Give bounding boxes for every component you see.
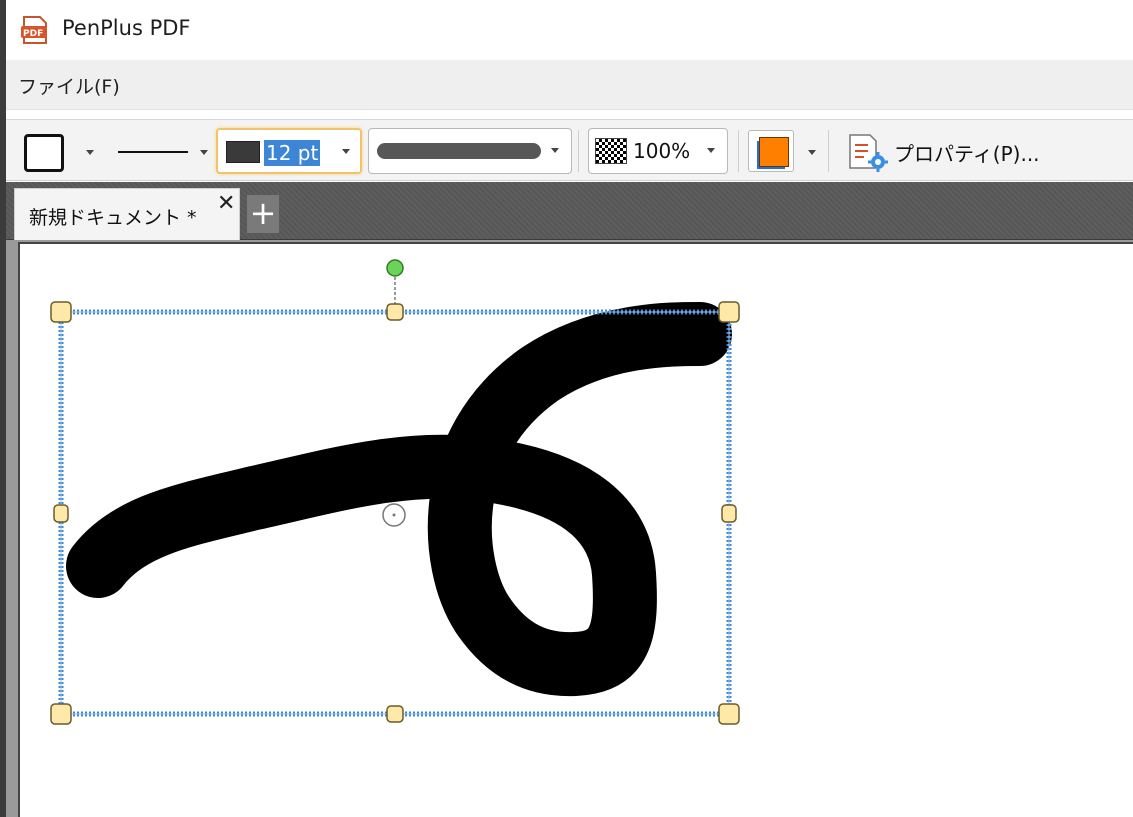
document-page[interactable] <box>18 242 1133 817</box>
toolbar-separator <box>738 130 739 172</box>
chevron-down-icon <box>200 150 208 155</box>
resize-handle-top[interactable] <box>386 303 404 321</box>
shape-dropdown[interactable] <box>18 128 108 174</box>
resize-handle-top-right[interactable] <box>718 301 740 323</box>
chevron-down-icon <box>86 150 94 155</box>
solid-line-icon <box>118 151 188 153</box>
color-picker-button[interactable] <box>748 128 828 174</box>
primary-color-swatch <box>759 137 789 167</box>
resize-handle-right[interactable] <box>721 504 737 523</box>
add-tab-button[interactable]: + <box>246 194 280 234</box>
document-area <box>6 240 1133 817</box>
tab-new-document[interactable]: 新規ドキュメント * ✕ <box>14 188 240 240</box>
svg-text:PDF: PDF <box>23 29 43 39</box>
line-width-combo[interactable]: 12 pt <box>216 128 362 174</box>
properties-label: プロパティ(P)... <box>894 142 1040 166</box>
properties-button[interactable]: プロパティ(P)... <box>838 128 1048 174</box>
chevron-down-icon[interactable] <box>707 148 715 153</box>
drawing-layer <box>50 259 740 725</box>
opacity-combo[interactable]: 100% <box>588 128 728 174</box>
stroke-style-combo[interactable] <box>368 128 572 174</box>
properties-gear-icon <box>844 132 890 176</box>
line-style-dropdown[interactable] <box>110 128 218 174</box>
chevron-down-icon[interactable] <box>342 149 350 154</box>
pdf-app-icon: PDF <box>20 16 50 44</box>
resize-handle-left[interactable] <box>53 504 69 523</box>
rectangle-shape-icon <box>24 134 64 172</box>
resize-handle-bottom[interactable] <box>386 705 404 723</box>
chevron-down-icon[interactable] <box>551 148 559 153</box>
close-icon[interactable]: ✕ <box>217 193 235 215</box>
opacity-value[interactable]: 100% <box>633 139 690 163</box>
menu-bar: ファイル(F) <box>6 60 1133 110</box>
thick-rounded-stroke-icon <box>377 143 541 159</box>
menu-item-file[interactable]: ファイル(F) <box>16 70 122 101</box>
toolbar: 12 pt 100% プロパティ(P)... <box>6 119 1133 181</box>
rotation-handle[interactable] <box>386 259 404 277</box>
width-swatch-icon <box>226 141 260 163</box>
chevron-down-icon[interactable] <box>808 150 816 155</box>
toolbar-separator <box>828 130 829 172</box>
tab-strip: 新規ドキュメント * ✕ + <box>6 182 1133 240</box>
ink-stroke[interactable] <box>66 302 732 697</box>
resize-handle-top-left[interactable] <box>50 301 72 323</box>
app-title: PenPlus PDF <box>62 16 191 40</box>
line-width-value[interactable]: 12 pt <box>264 140 321 166</box>
tab-label: 新規ドキュメント * <box>29 207 197 229</box>
toolbar-separator <box>578 130 579 172</box>
transparency-checker-icon <box>595 138 627 164</box>
title-bar: PDF PenPlus PDF <box>6 0 1133 60</box>
resize-handle-bottom-right[interactable] <box>718 703 740 725</box>
resize-handle-bottom-left[interactable] <box>50 703 72 725</box>
color-swatch-frame <box>748 130 794 172</box>
